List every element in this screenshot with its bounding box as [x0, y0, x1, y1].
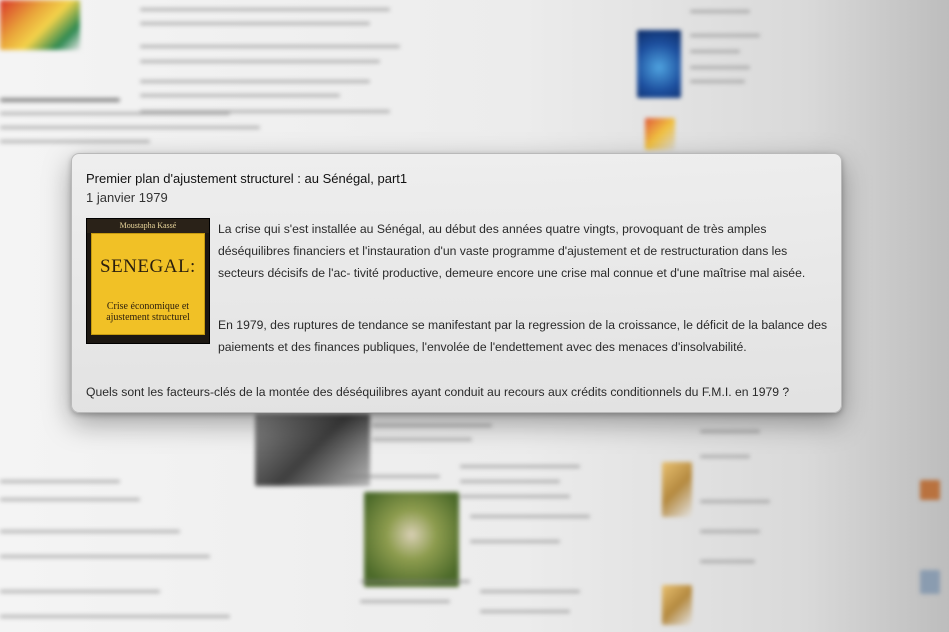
aerial-photo-thumbnail — [364, 492, 459, 587]
article-question: Quels sont les facteurs-clés de la monté… — [86, 385, 790, 399]
book-cover-author: Moustapha Kassé — [87, 219, 209, 233]
article-card[interactable]: Premier plan d'ajustement structurel : a… — [71, 153, 842, 413]
article-date: 1 janvier 1979 — [86, 190, 168, 205]
book-cover-subtitle: Crise économique et ajustement structure… — [106, 301, 190, 323]
map-thumbnail — [0, 0, 80, 50]
article-paragraph-1: La crise qui s'est installée au Sénégal,… — [218, 222, 806, 280]
book-cover-image: Moustapha Kassé SENEGAL: Crise économiqu… — [86, 218, 210, 344]
book-cover-title: SENEGAL: — [100, 256, 196, 277]
article-title[interactable]: Premier plan d'ajustement structurel : a… — [86, 171, 407, 186]
book-cover-panel: SENEGAL: Crise économique et ajustement … — [91, 233, 205, 335]
article-paragraph-2: En 1979, des ruptures de tendance se man… — [218, 318, 828, 354]
map-thumbnail-small — [645, 118, 675, 150]
globe-thumbnail — [637, 30, 681, 98]
